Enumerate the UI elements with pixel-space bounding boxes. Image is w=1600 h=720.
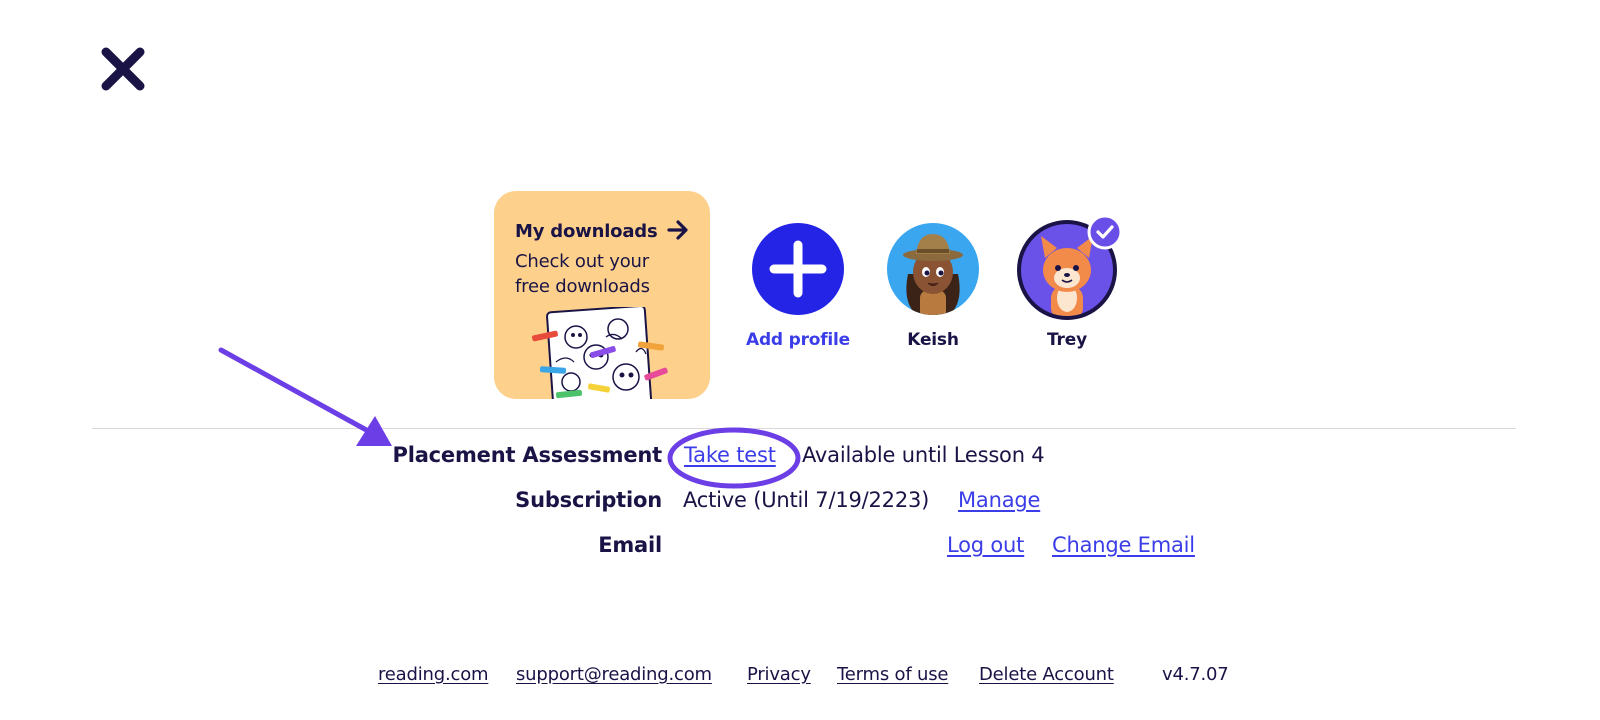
subscription-row: Subscription Active (Until 7/19/2223) Ma… <box>0 488 1600 518</box>
close-button[interactable] <box>100 46 146 92</box>
profile-keish-label: Keish <box>907 330 959 350</box>
log-out-link[interactable]: Log out <box>947 533 1024 557</box>
subscription-label: Subscription <box>515 488 662 512</box>
footer-link-reading[interactable]: reading.com <box>378 664 489 685</box>
change-email-link[interactable]: Change Email <box>1052 533 1195 557</box>
email-row: Email Log out Change Email <box>0 533 1600 563</box>
manage-subscription-link[interactable]: Manage <box>958 488 1040 512</box>
footer-link-delete-account[interactable]: Delete Account <box>979 664 1114 685</box>
footer-link-privacy[interactable]: Privacy <box>747 664 811 685</box>
downloads-card[interactable]: My downloads Check out your free downloa… <box>494 191 710 399</box>
coloring-page-illustration <box>532 307 668 399</box>
add-profile-label: Add profile <box>745 330 851 350</box>
footer: reading.com support@reading.com Privacy … <box>0 664 1600 690</box>
footer-link-support-email[interactable]: support@reading.com <box>516 664 712 685</box>
keish-avatar-icon <box>887 223 979 315</box>
placement-assessment-label: Placement Assessment <box>392 443 663 467</box>
take-test-link[interactable]: Take test <box>684 443 776 467</box>
placement-assessment-row: Placement Assessment Take test Available… <box>0 427 1600 489</box>
close-icon <box>101 47 145 91</box>
footer-link-terms[interactable]: Terms of use <box>837 664 948 685</box>
placement-availability-text: Available until Lesson 4 <box>802 443 1045 467</box>
profile-keish[interactable]: Keish <box>863 222 1003 350</box>
take-test-highlight: Take test <box>666 427 802 489</box>
plus-icon <box>752 223 844 315</box>
annotation-arrow-icon <box>218 347 392 446</box>
downloads-card-title: My downloads <box>515 221 658 242</box>
email-label: Email <box>598 533 662 557</box>
subscription-status-text: Active (Until 7/19/2223) <box>683 488 930 512</box>
profile-trey-label: Trey <box>1047 330 1087 350</box>
add-profile-button[interactable]: Add profile <box>728 222 868 350</box>
app-version: v4.7.07 <box>1162 664 1229 685</box>
arrow-right-icon <box>667 220 688 240</box>
downloads-card-description: Check out your free downloads <box>515 251 650 297</box>
profile-trey[interactable]: Trey <box>997 214 1137 350</box>
check-badge-icon <box>1087 214 1123 250</box>
